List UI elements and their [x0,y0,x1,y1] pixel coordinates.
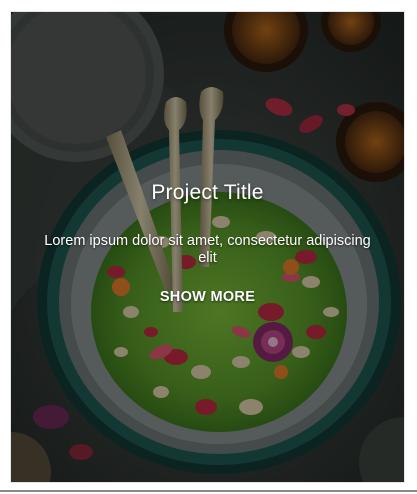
show-more-button[interactable]: SHOW MORE [160,289,255,305]
page-frame: Project Title Lorem ipsum dolor sit amet… [0,0,417,494]
project-card: Project Title Lorem ipsum dolor sit amet… [11,12,404,482]
project-title: Project Title [151,181,264,204]
card-caption: Project Title Lorem ipsum dolor sit amet… [11,180,404,306]
bottom-divider [0,490,417,492]
project-description: Lorem ipsum dolor sit amet, consectetur … [44,233,371,266]
